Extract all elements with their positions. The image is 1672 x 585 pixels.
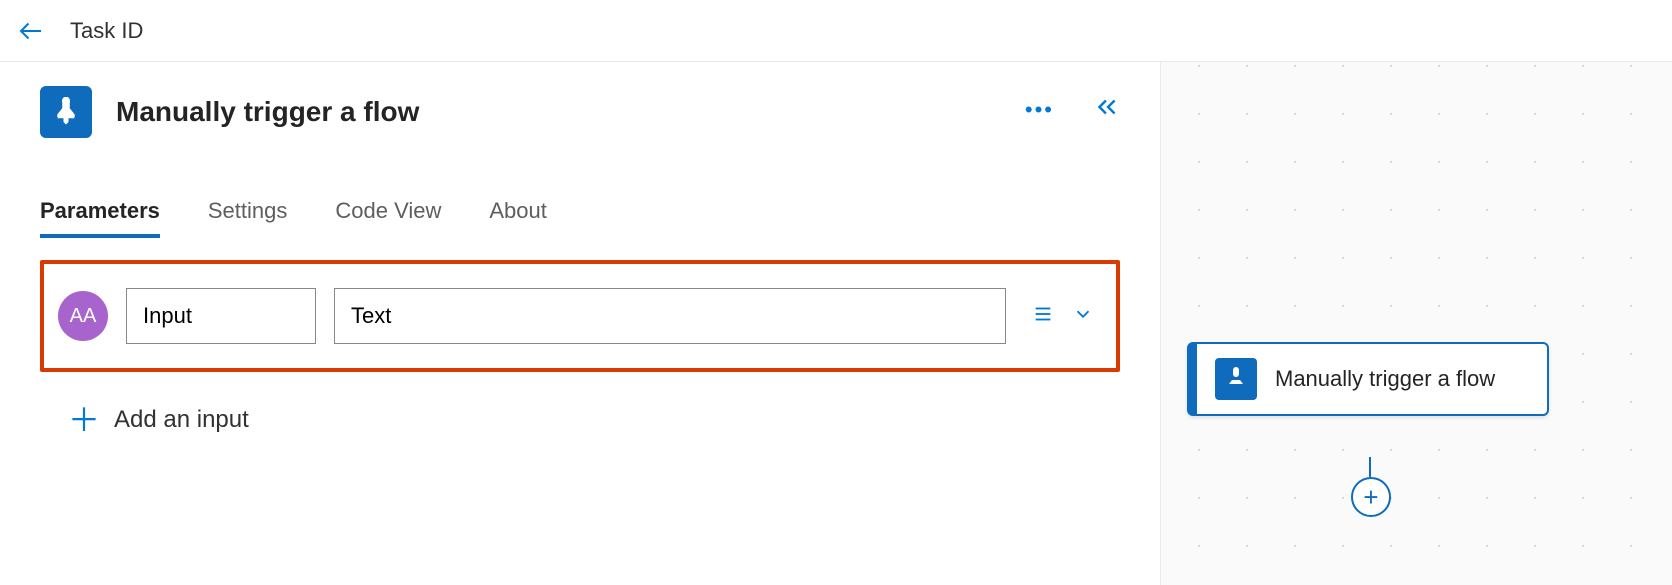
config-panel: Manually trigger a flow ••• Parameters S… (0, 62, 1160, 585)
input-value-field[interactable] (334, 288, 1006, 344)
tab-code-view[interactable]: Code View (335, 198, 441, 236)
tabs: Parameters Settings Code View About (40, 198, 1120, 236)
tab-settings[interactable]: Settings (208, 198, 288, 236)
back-arrow-icon[interactable] (16, 16, 46, 46)
header-actions: ••• (1025, 96, 1120, 123)
list-icon[interactable] (1032, 303, 1054, 330)
more-icon[interactable]: ••• (1025, 97, 1054, 123)
trigger-icon (40, 86, 92, 138)
tab-about[interactable]: About (489, 198, 547, 236)
chevron-down-icon[interactable] (1072, 303, 1094, 330)
add-input-label: Add an input (114, 406, 249, 434)
text-type-badge-icon: AA (58, 291, 108, 341)
plus-icon: ＋ (68, 404, 100, 436)
tab-parameters[interactable]: Parameters (40, 198, 160, 236)
flow-canvas[interactable]: Manually trigger a flow + (1160, 62, 1672, 585)
trigger-header: Manually trigger a flow ••• (40, 86, 1120, 138)
node-label: Manually trigger a flow (1275, 364, 1495, 395)
connector-line (1369, 457, 1371, 477)
canvas-trigger-node[interactable]: Manually trigger a flow (1187, 342, 1549, 416)
collapse-panel-icon[interactable] (1094, 96, 1120, 123)
row-actions (1024, 303, 1102, 330)
input-name-field[interactable] (126, 288, 316, 344)
add-input-button[interactable]: ＋ Add an input (68, 404, 1120, 436)
node-trigger-icon (1215, 358, 1257, 400)
main-layout: Manually trigger a flow ••• Parameters S… (0, 62, 1672, 585)
input-parameter-row: AA (40, 260, 1120, 372)
page-title: Task ID (70, 18, 143, 44)
trigger-title: Manually trigger a flow (116, 96, 419, 128)
top-bar: Task ID (0, 0, 1672, 62)
add-step-button[interactable]: + (1351, 477, 1391, 517)
